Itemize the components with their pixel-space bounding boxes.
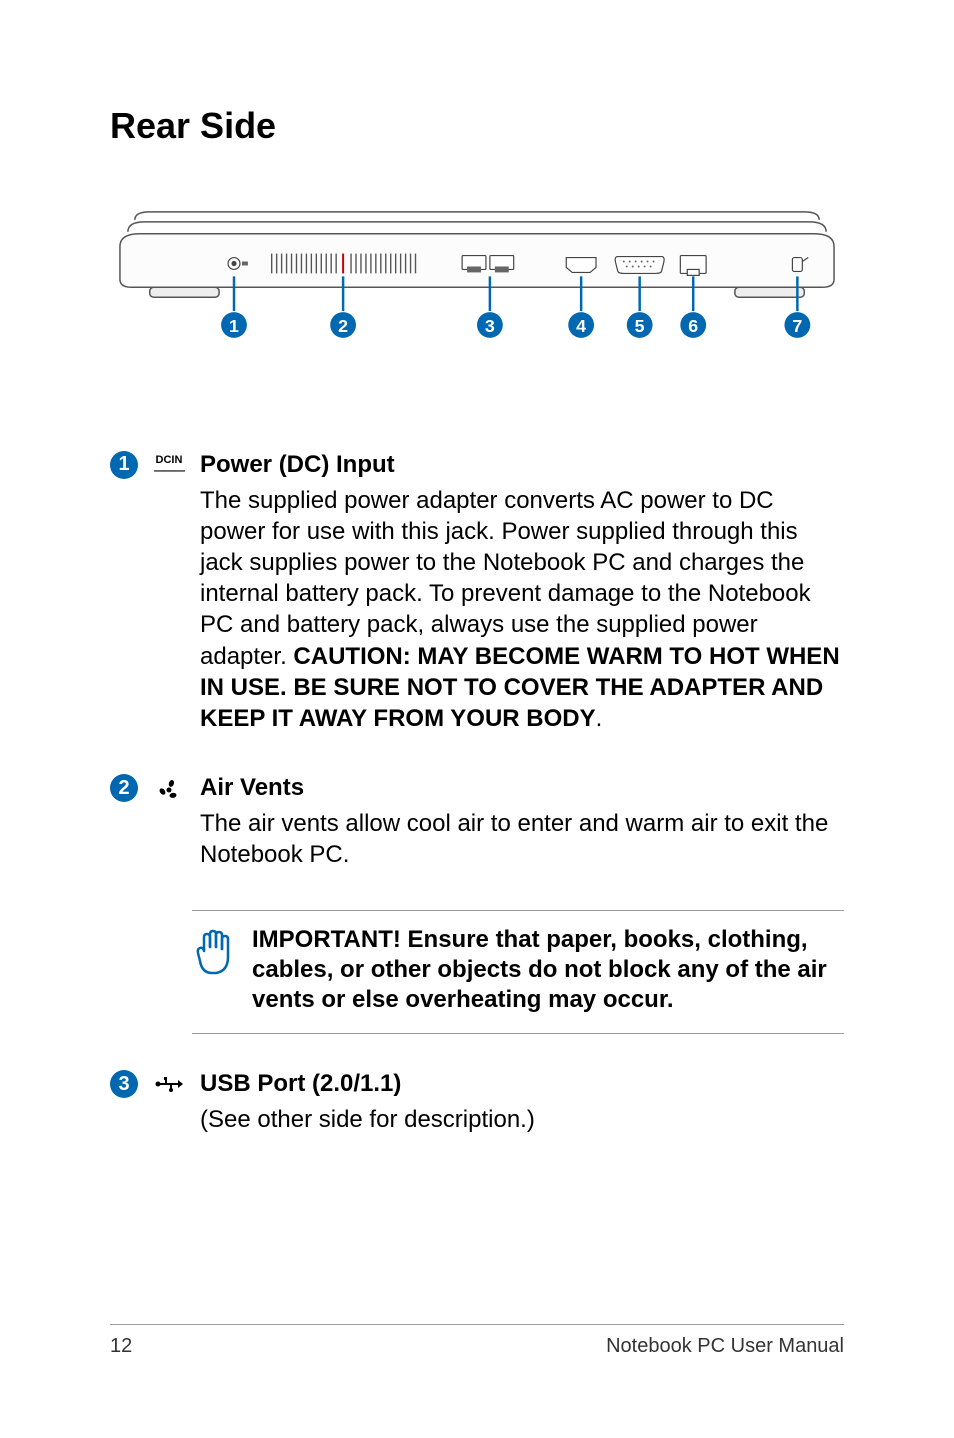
item-body: (See other side for description.) bbox=[200, 1104, 844, 1135]
important-note: IMPORTANT! Ensure that paper, books, clo… bbox=[192, 910, 844, 1034]
page-number: 12 bbox=[110, 1335, 132, 1358]
callout-3: 3 bbox=[485, 316, 495, 336]
item-air-vents: 2 Air Vents The air vents allow cool air… bbox=[110, 774, 844, 902]
item-body: The supplied power adapter converts AC p… bbox=[200, 485, 844, 735]
item-number: 2 bbox=[110, 774, 138, 802]
page-footer: 12 Notebook PC User Manual bbox=[110, 1324, 844, 1358]
item-number: 1 bbox=[110, 451, 138, 479]
callout-4: 4 bbox=[576, 316, 586, 336]
item-number: 3 bbox=[110, 1070, 138, 1098]
callout-7: 7 bbox=[792, 316, 802, 336]
fan-icon bbox=[154, 774, 184, 802]
caution-text: CAUTION: MAY BECOME WARM TO HOT WHEN IN … bbox=[200, 643, 840, 732]
callout-6: 6 bbox=[688, 316, 698, 336]
item-usb-port: 3 USB Port (2.0/1.1) (See other side for… bbox=[110, 1070, 844, 1167]
note-text: IMPORTANT! Ensure that paper, books, clo… bbox=[252, 925, 844, 1015]
rear-side-diagram: 1 2 3 4 5 6 7 bbox=[110, 202, 844, 371]
callout-2: 2 bbox=[338, 316, 348, 336]
item-body: The air vents allow cool air to enter an… bbox=[200, 808, 844, 870]
callout-1: 1 bbox=[229, 316, 239, 336]
dc-in-icon: DCIN——— bbox=[154, 451, 184, 477]
footer-right: Notebook PC User Manual bbox=[606, 1335, 844, 1358]
hand-stop-icon bbox=[192, 925, 232, 1015]
callout-5: 5 bbox=[635, 316, 645, 336]
item-power-dc-input: 1 DCIN——— Power (DC) Input The supplied … bbox=[110, 451, 844, 767]
page-title: Rear Side bbox=[110, 105, 844, 147]
item-title: Power (DC) Input bbox=[200, 451, 844, 479]
item-title: USB Port (2.0/1.1) bbox=[200, 1070, 844, 1098]
usb-icon bbox=[154, 1070, 184, 1094]
item-title: Air Vents bbox=[200, 774, 844, 802]
